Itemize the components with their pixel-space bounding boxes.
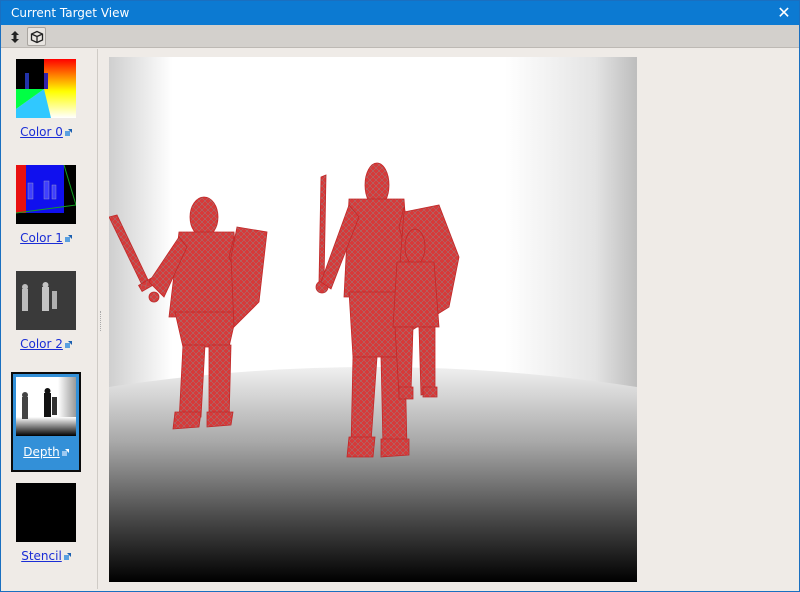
external-link-icon (63, 552, 71, 560)
thumbnail-label-color-0[interactable]: Color 0 (11, 125, 81, 139)
thumbnail-image-color-2 (16, 271, 76, 330)
title-bar[interactable]: Current Target View ✕ (1, 1, 799, 25)
thumbnail-image-stencil (16, 483, 76, 542)
panel-splitter-handle[interactable] (100, 311, 102, 331)
thumbnail-image-color-0 (16, 59, 76, 118)
external-link-icon (64, 234, 72, 242)
thumbnail-label-stencil[interactable]: Stencil (11, 549, 81, 563)
3d-view-button[interactable] (27, 27, 46, 46)
thumbnail-stencil[interactable]: Stencil (11, 473, 81, 573)
thumbnail-color-2[interactable]: Color 2 (11, 261, 81, 361)
external-link-icon (61, 448, 69, 456)
window-title: Current Target View (11, 6, 130, 20)
vertical-flip-button[interactable] (5, 27, 24, 46)
external-link-icon (64, 128, 72, 136)
thumbnail-color-0[interactable]: Color 0 (11, 49, 81, 149)
render-target-viewport[interactable] (109, 57, 637, 582)
toolbar (1, 25, 799, 48)
thumbnail-image-color-1 (16, 165, 76, 224)
external-link-icon (64, 340, 72, 348)
vertical-arrows-icon (10, 30, 19, 43)
thumbnail-label-depth[interactable]: Depth (13, 445, 79, 459)
close-icon: ✕ (777, 3, 791, 22)
close-button[interactable]: ✕ (775, 4, 793, 22)
thumbnail-label-color-1[interactable]: Color 1 (11, 231, 81, 245)
thumbnail-image-depth (16, 377, 76, 436)
current-target-view-window: Current Target View ✕ Color 0 Color 1 Co… (0, 0, 800, 592)
thumbnail-label-color-2[interactable]: Color 2 (11, 337, 81, 351)
thumbnail-strip: Color 0 Color 1 Color 2 Depth Stencil (2, 49, 98, 589)
thumbnail-depth[interactable]: Depth (11, 372, 81, 472)
cube-icon (30, 30, 43, 43)
thumbnail-color-1[interactable]: Color 1 (11, 155, 81, 255)
